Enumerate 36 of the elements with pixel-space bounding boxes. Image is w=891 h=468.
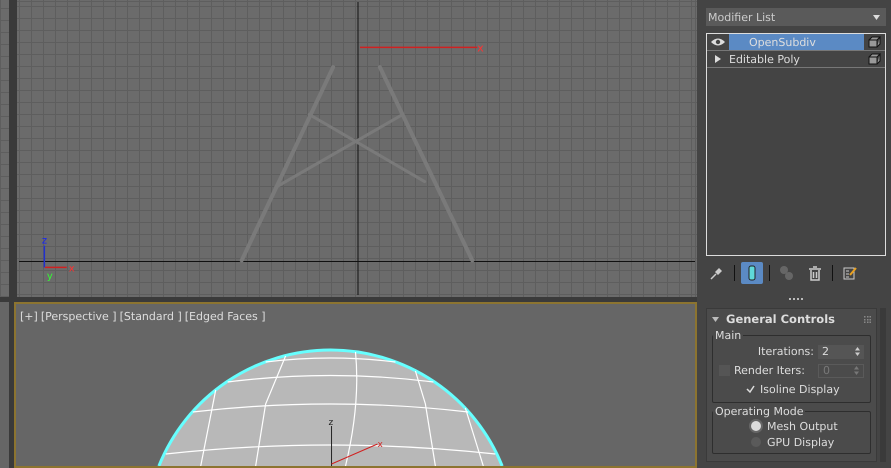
checkbox-label: Isoline Display: [760, 383, 840, 396]
radio-button[interactable]: [751, 421, 761, 431]
rollout-header[interactable]: General Controls: [712, 311, 871, 327]
radio-label: GPU Display: [767, 436, 834, 448]
modifier-stack-item[interactable]: Editable Poly: [707, 51, 885, 68]
edit-list-icon: [843, 266, 857, 280]
perspective-viewport[interactable]: z x [+] [Perspective ] [Standard ] [Edged Faces ]: [14, 302, 697, 468]
axis-gizmo: z x: [328, 418, 383, 466]
show-end-result-button[interactable]: [741, 262, 763, 284]
expand-arrow-icon[interactable]: [715, 55, 721, 63]
front-viewport[interactable]: x z y x: [17, 0, 697, 297]
checkbox-label: Render Iters:: [734, 364, 806, 377]
caret-icon: [873, 14, 880, 20]
iterations-spinner[interactable]: 2: [818, 344, 864, 358]
viewport-label[interactable]: [+]: [20, 310, 38, 323]
circles-icon: [779, 265, 795, 281]
resize-handle[interactable]: [789, 298, 803, 302]
axis-tripod: z y x: [42, 236, 75, 282]
pin-icon: [710, 266, 724, 280]
axis-gizmo: x: [360, 41, 484, 54]
test-tube-icon: [748, 265, 756, 281]
drag-handle-icon[interactable]: [864, 316, 871, 322]
cube-icon[interactable]: [868, 36, 881, 48]
modifier-list-dropdown[interactable]: Modifier List: [706, 8, 886, 26]
spinner-arrows-icon[interactable]: [855, 347, 860, 356]
eye-icon[interactable]: [711, 38, 725, 46]
radio-label: Mesh Output: [767, 420, 838, 432]
collapse-arrow-icon: [712, 316, 719, 322]
trash-icon: [809, 266, 821, 280]
viewport-label[interactable]: [Perspective ]: [40, 310, 117, 323]
group-title: Main: [714, 329, 742, 342]
viewport-label[interactable]: [Edged Faces ]: [184, 310, 266, 323]
group-title: Operating Mode: [714, 405, 804, 418]
cube-icon[interactable]: [868, 53, 881, 65]
viewport-label[interactable]: [Standard ]: [120, 310, 182, 323]
field-label: Iterations:: [758, 345, 814, 358]
